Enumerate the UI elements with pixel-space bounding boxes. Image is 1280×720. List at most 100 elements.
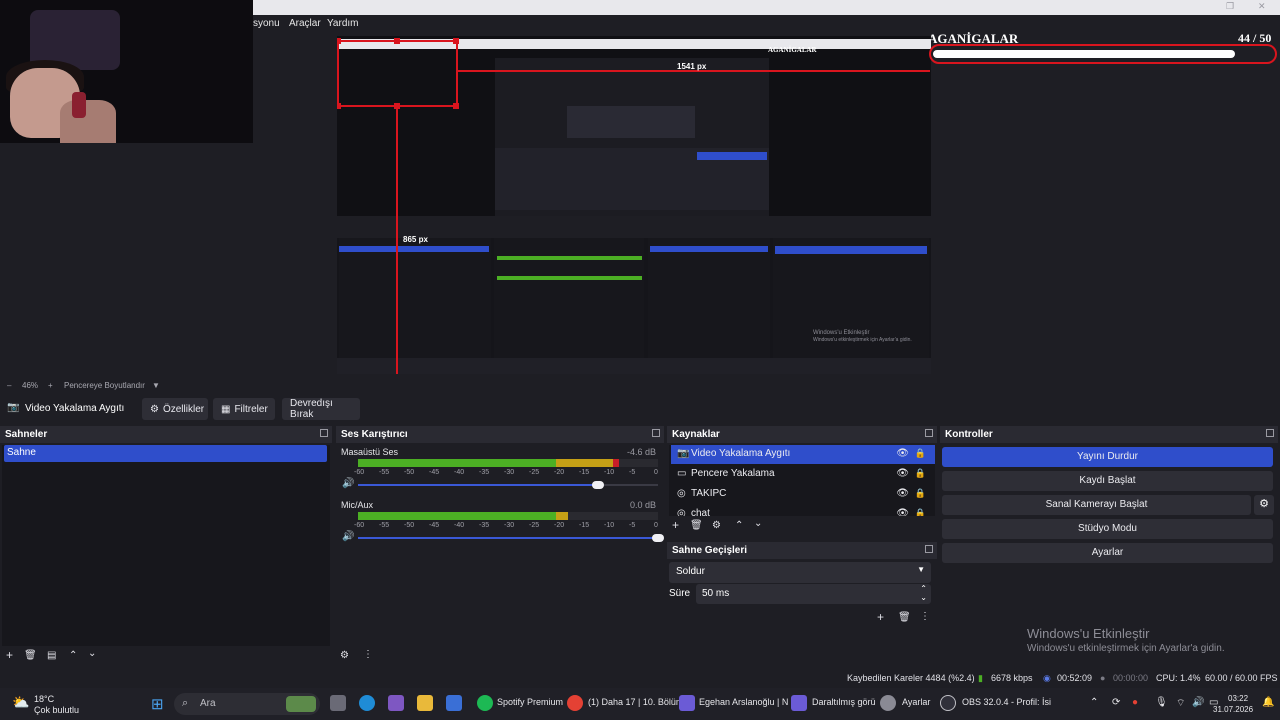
start-virtual-camera-button[interactable]: Sanal Kamerayı Başlat — [942, 495, 1251, 515]
start-recording-button[interactable]: Kaydı Başlat — [942, 471, 1273, 491]
filters-button[interactable]: ▦ Filtreler — [213, 398, 275, 420]
speaker-icon[interactable]: 🔊 — [342, 531, 354, 542]
undock-icon[interactable] — [320, 429, 328, 437]
eye-icon[interactable]: 👁 — [896, 448, 909, 459]
obs-icon[interactable] — [940, 695, 956, 711]
clock-date[interactable]: 31.07.2026 — [1213, 705, 1253, 714]
settings-button[interactable]: Ayarlar — [942, 543, 1273, 563]
resize-handle[interactable] — [337, 38, 341, 44]
speaker-icon[interactable]: 🔊 — [342, 478, 354, 489]
chevron-up-icon[interactable]: ⌃ — [735, 520, 743, 531]
add-scene-button[interactable]: + — [6, 648, 13, 662]
taskbar-search[interactable]: ⌕ Ara — [174, 693, 320, 715]
undock-icon[interactable] — [652, 429, 660, 437]
stop-streaming-button[interactable]: Yayını Durdur — [942, 447, 1273, 467]
eye-icon[interactable]: 👁 — [896, 468, 909, 479]
speaker-icon[interactable]: 🔊 — [1192, 697, 1204, 708]
resize-handle[interactable] — [453, 103, 459, 109]
menu-item-help[interactable]: Yardım — [327, 18, 359, 29]
gear-icon[interactable]: ⚙ — [712, 520, 721, 531]
weather-icon[interactable]: ⛅ — [12, 694, 29, 711]
volume-track[interactable] — [598, 484, 658, 486]
meter-tick-label: -50 — [404, 522, 415, 529]
transition-select[interactable]: Soldur ▼ — [669, 562, 931, 583]
more-options-icon[interactable]: ⋮ — [920, 611, 930, 622]
edge-icon[interactable] — [359, 695, 375, 711]
volume-knob[interactable] — [592, 481, 604, 489]
zoom-in-button[interactable]: + — [48, 381, 53, 390]
add-transition-button[interactable]: + — [877, 610, 884, 624]
volume-knob[interactable] — [652, 534, 664, 542]
windows-start-icon[interactable]: ⊞ — [151, 695, 164, 713]
taskbar-app-settings[interactable]: Ayarlar — [902, 697, 930, 707]
eye-icon[interactable]: 👁 — [896, 488, 909, 499]
undock-icon[interactable] — [1266, 429, 1274, 437]
browser-icon: ◎ — [677, 508, 686, 516]
spotify-icon[interactable] — [477, 695, 493, 711]
task-view-icon[interactable] — [330, 695, 346, 711]
wifi-icon[interactable]: ⌔ — [1176, 697, 1185, 710]
chrome-icon[interactable] — [567, 695, 583, 711]
nested-brand: AGANİGALAR — [768, 46, 817, 54]
preview-canvas[interactable]: AGANİGALAR Windows'u Etkinleştir Windows… — [337, 36, 931, 374]
source-item[interactable]: 📷 Video Yakalama Aygıtı 👁 🔒 — [671, 445, 935, 464]
fit-to-window-label[interactable]: Pencereye Boyutlandır — [64, 381, 145, 390]
source-item[interactable]: ◎ TAKIPC 👁 🔒 — [671, 485, 935, 504]
trash-icon[interactable]: 🗑 — [690, 520, 703, 531]
source-item[interactable]: ▭ Pencere Yakalama 👁 🔒 — [671, 465, 935, 484]
volume-slider[interactable] — [358, 537, 658, 539]
deactivate-button[interactable]: Devredışı Bırak — [282, 398, 360, 420]
lock-icon[interactable]: 🔒 — [915, 508, 926, 516]
menu-item-tools-partial[interactable]: syonu — [253, 18, 280, 29]
stepper-arrows-icon[interactable]: ⌃ ⌄ — [920, 584, 927, 602]
chevron-down-icon[interactable]: ▼ — [152, 381, 160, 390]
resize-handle[interactable] — [453, 38, 459, 44]
settings-gear-icon[interactable] — [880, 695, 896, 711]
tray-app-icon[interactable]: ● — [1132, 697, 1138, 708]
chevron-up-icon[interactable]: ⌃ — [1090, 697, 1098, 708]
file-explorer-icon[interactable] — [417, 695, 433, 711]
undock-icon[interactable] — [925, 545, 933, 553]
teams-icon-2[interactable] — [791, 695, 807, 711]
resize-handle[interactable] — [337, 103, 341, 109]
notification-bell-icon[interactable]: 🔔 — [1262, 697, 1274, 708]
taskbar-app-spotify[interactable]: Spotify Premium — [497, 697, 563, 707]
tray-sync-icon[interactable]: ⟳ — [1112, 697, 1120, 708]
close-icon[interactable]: ✕ — [1258, 1, 1266, 12]
selection-box-webcam[interactable] — [337, 40, 458, 107]
menu-item-tools[interactable]: Araçlar — [289, 18, 321, 29]
lock-icon[interactable]: 🔒 — [915, 448, 926, 459]
properties-button[interactable]: ⚙ Özellikler — [142, 398, 208, 420]
teams-icon[interactable] — [679, 695, 695, 711]
chevron-down-icon[interactable]: ⌄ — [88, 648, 96, 659]
studio-mode-button[interactable]: Stüdyo Modu — [942, 519, 1273, 539]
chevron-down-icon[interactable]: ⌄ — [754, 518, 762, 529]
chevron-up-icon[interactable]: ⌃ — [69, 650, 77, 661]
scene-item[interactable]: Sahne — [4, 445, 327, 462]
scene-filter-icon[interactable]: ▤ — [47, 650, 56, 661]
store-icon[interactable] — [446, 695, 462, 711]
undock-icon[interactable] — [925, 429, 933, 437]
lock-icon[interactable]: 🔒 — [915, 468, 926, 479]
trash-icon[interactable]: 🗑 — [898, 612, 911, 623]
maximize-icon[interactable]: ❐ — [1226, 1, 1234, 12]
more-options-icon[interactable]: ⋮ — [363, 649, 373, 660]
gear-icon[interactable]: ⚙ — [1254, 495, 1274, 515]
zoom-out-button[interactable]: – — [7, 381, 11, 390]
lock-icon[interactable]: 🔒 — [915, 488, 926, 499]
add-source-button[interactable]: + — [672, 518, 679, 532]
resize-handle[interactable] — [394, 38, 400, 44]
taskbar-app-chrome[interactable]: (1) Daha 17 | 10. Bölüm — [588, 697, 683, 707]
taskbar-app-compact[interactable]: Daraltılmış görü — [812, 697, 876, 707]
duration-input[interactable]: 50 ms ⌃ ⌄ — [696, 584, 931, 604]
taskbar-app-obs[interactable]: OBS 32.0.4 - Profil: İsi — [962, 697, 1051, 707]
mic-icon[interactable]: 🎙 — [1155, 697, 1168, 708]
m365-icon[interactable] — [388, 695, 404, 711]
trash-icon[interactable]: 🗑 — [24, 650, 37, 661]
eye-icon[interactable]: 👁 — [896, 508, 909, 516]
clock-time[interactable]: 03:22 — [1228, 694, 1248, 703]
source-item[interactable]: ◎ chat 👁 🔒 — [671, 505, 935, 516]
taskbar-app-teams[interactable]: Egehan Arslanoğlu | N — [699, 697, 788, 707]
mixer-settings-icon[interactable]: ⚙ — [340, 650, 349, 661]
volume-slider[interactable] — [358, 484, 598, 486]
